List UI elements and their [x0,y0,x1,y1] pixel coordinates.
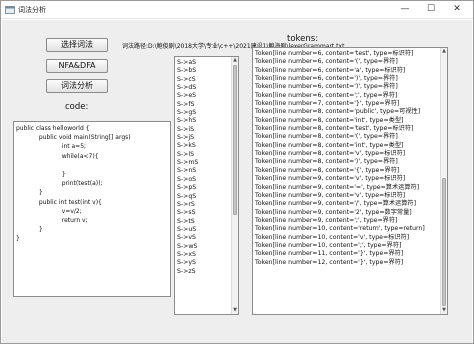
scroll-down-icon[interactable]: ▼ [232,307,238,314]
scroll-up-icon[interactable]: ▲ [232,57,238,64]
list-item: S->gS [177,109,197,117]
minimize-icon[interactable]: — [395,3,415,16]
list-item: S->mS [177,159,199,167]
maximize-icon[interactable]: ☐ [421,3,441,16]
list-item: Token[line number=9, content=';', type=界… [255,216,398,224]
scroll-up-icon[interactable]: ▲ [441,48,447,55]
derivation-rows: S->aS S->bS S->cS S->dS S->eS S->fS S->gS S->hS… [176,59,230,276]
lexical-analysis-button[interactable]: 词法分析 [46,79,108,93]
content-area: 选择词法 NFA&DFA 词法分析 词法路径:D:\鲍俊剧\2018大学\专业\… [2,20,472,343]
list-item: Token[line number=8, content='int', type… [255,141,404,149]
list-item: S->zS [177,267,196,275]
select-grammar-button[interactable]: 选择词法 [46,38,108,52]
list-item: Token[line number=6, content=')', type=界… [255,83,398,91]
java-app-icon [5,6,15,14]
list-item: S->aS [177,59,197,66]
list-item: S->hS [177,117,197,125]
derivation-scrollbar[interactable]: ▲ ▼ [231,57,238,314]
code-line: return v; [16,216,88,224]
code-line: } [16,235,20,243]
code-line: } [16,170,66,178]
list-item: Token[line number=12, content='}', type=… [255,258,404,266]
list-item: S->xS [177,250,196,258]
close-icon[interactable]: ✕ [447,3,467,16]
code-heading: code: [65,102,89,112]
code-line: while(a<7){ [16,152,99,160]
list-item: S->uS [177,225,197,233]
scroll-thumb[interactable] [442,178,446,306]
list-item: Token[line number=10, content=';', type=… [255,241,402,249]
list-item: Token[line number=8, content='int', type… [255,116,404,124]
app-window: 词法分析 — ☐ ✕ 选择词法 NFA&DFA 词法分析 词法路径:D:\鲍俊剧… [0,0,474,344]
list-item: S->pS [177,184,197,192]
derivation-list[interactable]: S->aS S->bS S->cS S->dS S->eS S->fS S->gS S->hS… [174,56,239,315]
list-item: S->kS [177,142,196,150]
tokens-scrollbar[interactable]: ▲ ▼ [440,48,447,314]
list-item: S->bS [177,67,197,75]
list-item: S->dS [177,84,197,92]
list-item: S->fS [177,100,195,108]
list-item: Token[line number=6, content='a', type=标… [255,66,406,74]
list-item: Token[line number=9, content='v', type=标… [255,175,406,183]
list-item: Token[line number=8, content=')', type=界… [255,158,398,166]
code-line: public class helloworld { [16,125,90,132]
tokens-list[interactable]: Token[line number=6, content='test', typ… [252,47,448,315]
list-item: S->vS [177,234,196,242]
code-line: v=v/2; [16,207,82,215]
list-item: S->lS [177,150,194,158]
list-item: S->cS [177,75,196,83]
list-item: S->tS [177,217,195,225]
list-item: Token[line number=8, content='{', type=界… [255,166,400,174]
list-item: Token[line number=9, content='=', type=算… [255,183,420,191]
list-item: Token[line number=8, content='public', t… [255,108,421,116]
list-item: S->sS [177,209,196,217]
list-item: S->yS [177,259,196,267]
window-title: 词法分析 [18,6,46,14]
list-item: S->rS [177,200,195,208]
list-item: S->qS [177,192,197,200]
code-line: public int test(int v){ [16,198,102,206]
scroll-thumb[interactable] [233,65,237,215]
code-line: print(test(a)); [16,180,103,188]
list-item: S->wS [177,242,198,250]
code-line: int a=5; [16,143,87,151]
code-line: } [16,189,43,197]
list-item: Token[line number=11, content='}', type=… [255,250,404,258]
nfa-dfa-button[interactable]: NFA&DFA [46,59,108,73]
list-item: Token[line number=8, content='(', type=界… [255,133,398,141]
list-item: Token[line number=9, content='v', type=标… [255,191,406,199]
list-item: S->eS [177,92,197,100]
list-item: S->jS [177,134,194,142]
list-item: Token[line number=10, content='return', … [255,225,425,233]
list-item: S->iS [177,125,194,133]
title-bar: 词法分析 — ☐ ✕ [1,1,473,19]
list-item: Token[line number=10, content='v', type=… [255,233,410,241]
tokens-heading: tokens: [287,34,319,44]
token-rows: Token[line number=6, content='test', typ… [254,50,439,267]
list-item: Token[line number=9, content='2', type=数… [255,208,412,216]
list-item: Token[line number=6, content='(', type=界… [255,58,398,66]
list-item: Token[line number=6, content=';', type=界… [255,91,398,99]
list-item: Token[line number=9, content='/', type=算… [255,200,417,208]
code-content: public class helloworld { public void ma… [16,124,168,243]
list-item: S->nS [177,167,197,175]
code-line: public void main(String[] args) [16,134,131,142]
code-textarea[interactable]: public class helloworld { public void ma… [13,121,171,297]
scroll-down-icon[interactable]: ▼ [441,307,447,314]
list-item: S->oS [177,175,197,183]
code-line: } [16,226,43,234]
